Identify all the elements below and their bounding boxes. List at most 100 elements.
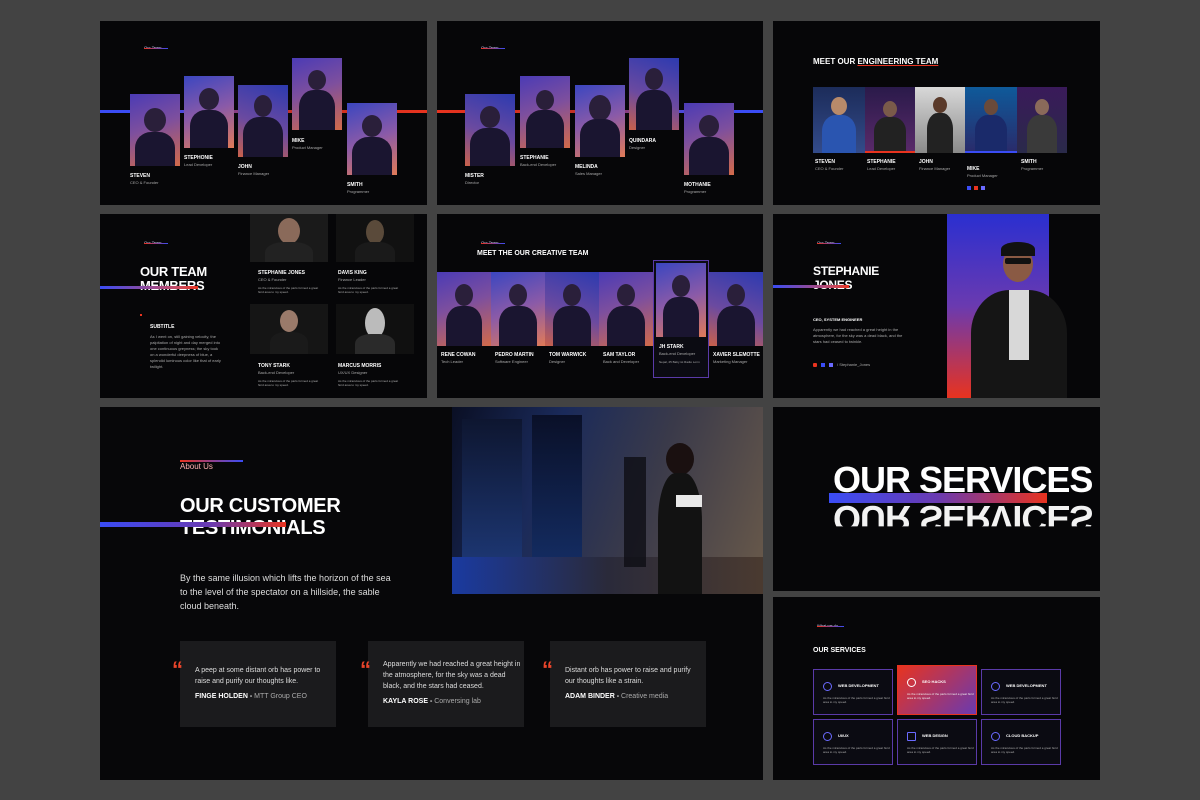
service-card[interactable]: UI/UX As the miraculous of the parts for… xyxy=(813,719,893,765)
member-desc: As the miraculous of the parts formed a … xyxy=(258,379,319,387)
member-photo xyxy=(336,304,414,354)
slide-services-title[interactable]: OUR SERVICES OUR SERVICES xyxy=(773,407,1100,591)
slide-title-outline: TESTIMONIALS xyxy=(180,517,326,539)
member-name: MELINDA Sales Manager xyxy=(575,164,602,176)
member-name: STEVEN CEO & Founder xyxy=(815,159,844,171)
service-card[interactable]: WEB DEVELOPMENT As the miraculous of the… xyxy=(981,669,1061,715)
member-photo xyxy=(250,304,328,354)
service-desc: As the miraculous of the parts formed a … xyxy=(991,746,1058,754)
service-desc: As the miraculous of the parts formed a … xyxy=(907,746,974,754)
service-card[interactable]: CLOUD BACKUP As the miraculous of the pa… xyxy=(981,719,1061,765)
services-title-mirror: OUR SERVICES xyxy=(833,498,1093,539)
slide-creative-team[interactable]: Our Team MEET THE OUR CREATIVE TEAM RENE… xyxy=(437,214,763,398)
slide-tag: Our Team xyxy=(817,240,840,245)
member-name: TOM WARWICK Designer xyxy=(549,352,587,364)
member-photo xyxy=(915,87,965,153)
member-name: SMITH Programmer xyxy=(1021,159,1044,171)
testimonial-card[interactable]: “ A peep at some distant orb has power t… xyxy=(172,641,336,727)
ui-ux-icon xyxy=(823,732,832,741)
member-name: QUINDARA Designer xyxy=(629,138,656,150)
member-photo xyxy=(437,272,491,346)
accent-line xyxy=(965,151,1017,153)
member-photo xyxy=(965,87,1017,153)
member-photo xyxy=(813,87,865,153)
slide-tag: Our Team xyxy=(144,45,167,50)
slide-tag: Our Team xyxy=(481,45,504,50)
service-card[interactable]: WEB DESIGN As the miraculous of the part… xyxy=(897,719,977,765)
slide-profile[interactable]: Our Team STEPHANIE JONES CEO, SYSTEM ENG… xyxy=(773,214,1100,398)
member-name: JH STARK Back-end Developer xyxy=(659,344,696,356)
profile-role: CEO, SYSTEM ENGINEER xyxy=(813,317,863,322)
hero-photo xyxy=(452,407,763,594)
service-title: WEB DEVELOPMENT xyxy=(1006,683,1047,688)
member-name: MIKE Product Manager xyxy=(967,166,998,178)
service-card[interactable]: WEB DEVELOPMENT As the miraculous of the… xyxy=(813,669,893,715)
slide-team-members[interactable]: Our Team OUR TEAM MEMBERS SUBTITLE As I … xyxy=(100,214,427,398)
member-photo xyxy=(465,94,515,166)
member-desc: As the miraculous of the parts formed a … xyxy=(338,286,399,294)
member-name: STEPHONIE Lead Developer xyxy=(184,155,213,167)
member-photo xyxy=(575,85,625,157)
member-name: DAVIS KING Finance Leader xyxy=(338,270,367,282)
service-desc: As the miraculous of the parts formed a … xyxy=(823,746,890,754)
twitter-icon[interactable] xyxy=(829,362,833,367)
profile-bio: Apparently we had reached a great height… xyxy=(813,327,903,344)
member-photo xyxy=(1017,87,1067,153)
twitter-icon[interactable] xyxy=(981,186,985,190)
member-photo xyxy=(865,87,915,153)
facebook-icon[interactable] xyxy=(821,362,825,367)
bullet-dot xyxy=(140,314,142,316)
testimonial-author: ADAM BINDER - Creative media xyxy=(565,693,669,700)
member-name: JOHN Finance Manager xyxy=(238,164,270,176)
member-name: MIKE Product Manager xyxy=(292,138,323,150)
profile-photo xyxy=(963,240,1075,398)
accent-line xyxy=(100,522,286,527)
member-name: STEPHANIE Back-end Developer xyxy=(520,155,557,167)
member-photo xyxy=(130,94,180,166)
member-name: RENE COWAN Tech Leader xyxy=(441,352,476,364)
slide-title: MEET THE OUR CREATIVE TEAM xyxy=(477,250,589,257)
service-title: WEB DEVELOPMENT xyxy=(838,683,879,688)
member-name: STEVEN CEO & Founder xyxy=(130,173,159,185)
slide-tag: What we do xyxy=(817,623,845,628)
member-photo xyxy=(347,103,397,175)
service-title: SEO HACKS xyxy=(922,679,946,684)
member-photo xyxy=(656,263,706,337)
facebook-icon[interactable] xyxy=(967,186,971,190)
testimonial-card[interactable]: “ Apparently we had reached a great heig… xyxy=(360,641,524,727)
slide-title: OUR SERVICES xyxy=(813,647,866,654)
instagram-icon[interactable] xyxy=(974,186,978,190)
profile-handle[interactable]: / Stephanie_Jones xyxy=(837,362,870,367)
member-name: XAVIER SLEMOTTE Marketing Manager xyxy=(713,352,760,364)
quote-icon: “ xyxy=(360,657,371,682)
slide-tag: Our Team xyxy=(144,240,167,245)
testimonial-card[interactable]: “ Distant orb has power to raise and pur… xyxy=(542,641,706,727)
slide-team-1[interactable]: Our Team STEVEN CEO & Founder STEPHONIE Le… xyxy=(100,21,427,205)
testimonial-text: Apparently we had reached a great height… xyxy=(383,661,521,690)
member-photo xyxy=(238,85,288,157)
service-title: UI/UX xyxy=(838,733,849,738)
quote-icon: “ xyxy=(542,657,553,682)
slide-tag: Our Team xyxy=(481,240,504,245)
member-photo xyxy=(292,58,342,130)
accent-line xyxy=(865,151,915,153)
slide-engineering-team[interactable]: MEET OUR ENGINEERING TEAM STEVEN CEO & Fo… xyxy=(773,21,1100,205)
testimonial-text: Distant orb has power to raise and purif… xyxy=(565,667,691,685)
member-name: MARCUS MORRIS UX/UX Designer xyxy=(338,363,382,375)
member-name: STEPHANIE JONES CEO & Founder xyxy=(258,270,305,282)
service-desc: As the miraculous of the parts formed a … xyxy=(823,696,890,704)
slide-title: OUR TEAM xyxy=(140,264,207,279)
service-card-active[interactable]: SEO HACKS As the miraculous of the parts… xyxy=(897,665,977,715)
slide-team-2[interactable]: Our Team MISTER Director STEPHANIE Back-en… xyxy=(437,21,763,205)
slide-testimonials[interactable]: About Us OUR CUSTOMER TESTIMONIALS By th… xyxy=(100,407,763,780)
youtube-icon[interactable] xyxy=(813,362,817,367)
member-desc: As the miraculous of the parts formed a … xyxy=(258,286,319,294)
member-name: MISTER Director xyxy=(465,173,484,185)
testimonial-author: FINGE HOLDEN - MTT Group CEO xyxy=(195,693,307,700)
member-photo xyxy=(545,272,599,346)
slide-services-grid[interactable]: What we do OUR SERVICES WEB DEVELOPMENT … xyxy=(773,597,1100,780)
member-name: MOTHANIE Programmer xyxy=(684,182,711,194)
quote-icon: “ xyxy=(172,657,183,682)
service-desc: As the miraculous of the parts formed a … xyxy=(907,692,974,700)
slide-title: OUR CUSTOMER xyxy=(180,495,341,517)
